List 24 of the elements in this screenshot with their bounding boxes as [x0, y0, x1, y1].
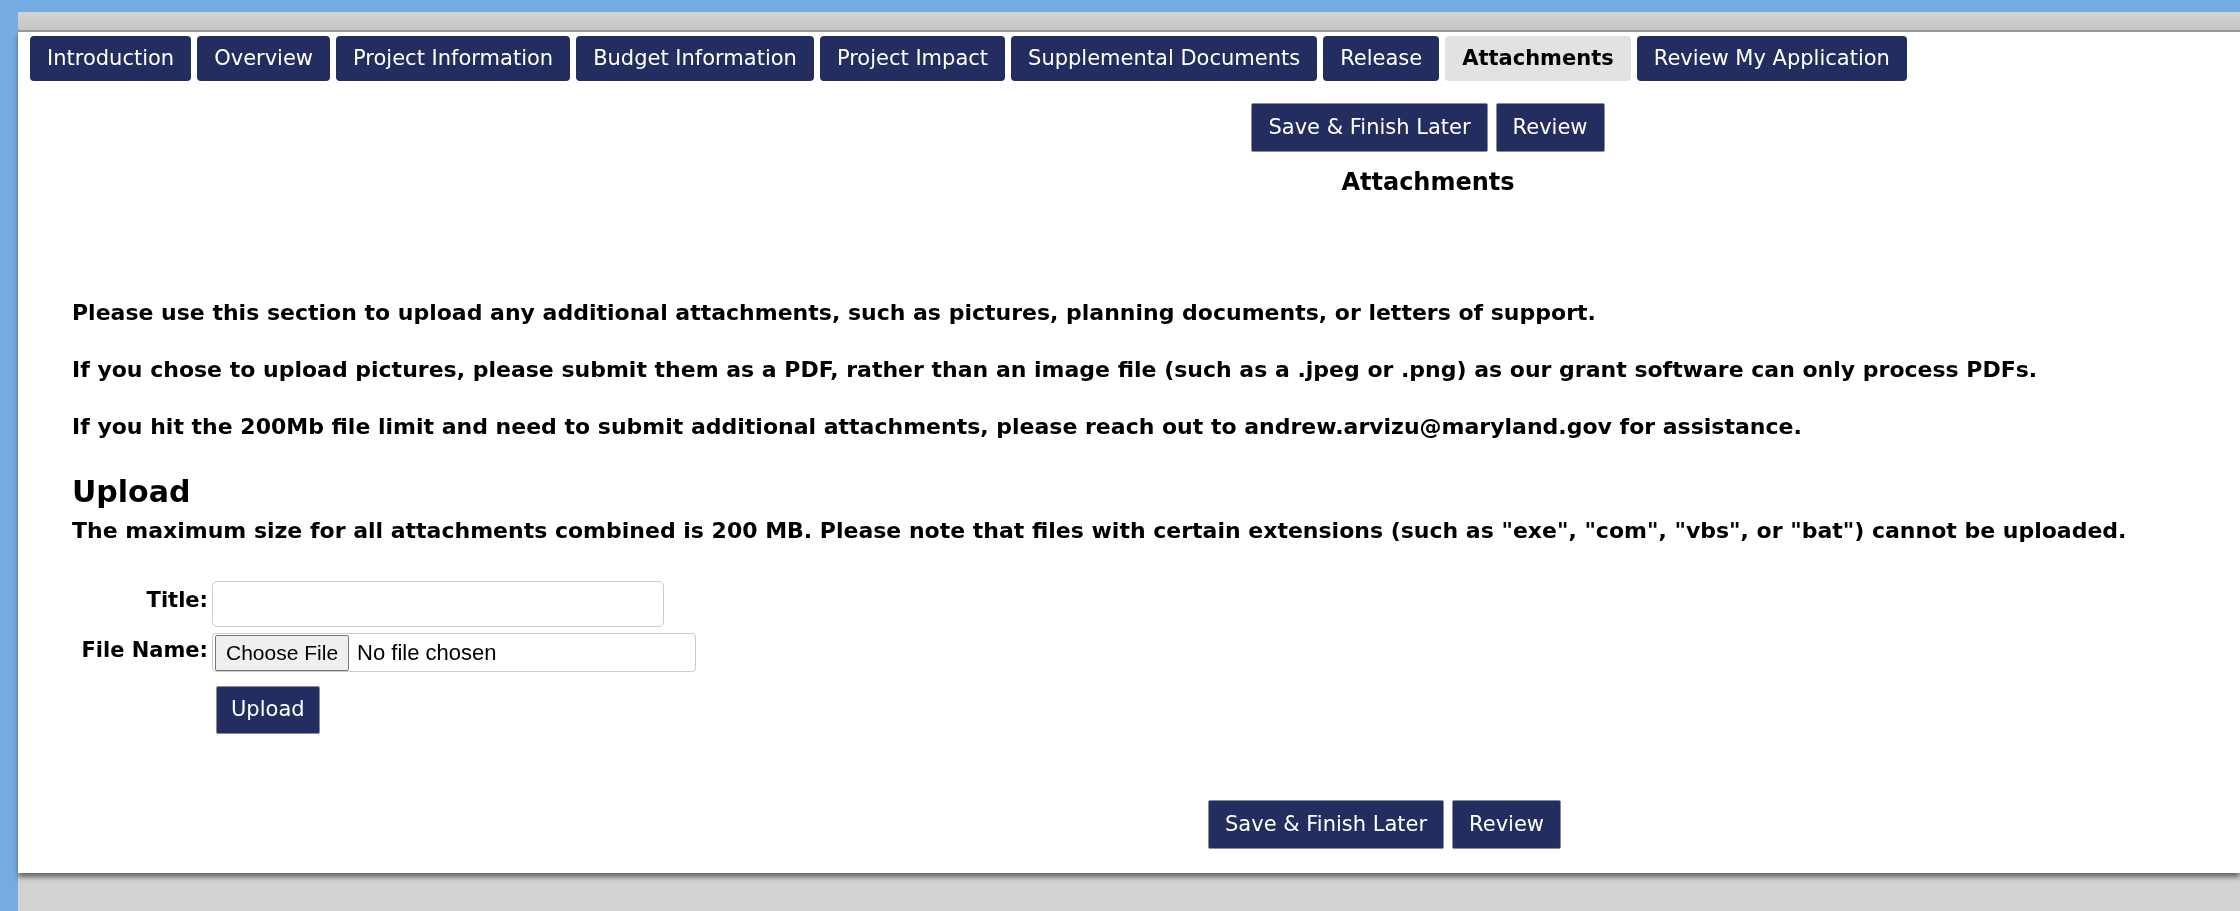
tab[interactable]: Project Information	[336, 36, 571, 82]
upload-button[interactable]: Upload	[216, 686, 320, 734]
tab[interactable]: Attachments	[1445, 36, 1631, 82]
section-heading: Upload	[72, 473, 192, 512]
tab[interactable]: Introduction	[30, 36, 192, 82]
instruction-text: If you chose to upload pictures, please submit them as a PDF, rather than an image file (such as a .jpeg or .png) as our grant software can only process PDFs.	[72, 356, 2039, 385]
tab[interactable]: Project Impact	[819, 36, 1006, 82]
instruction-text: Please use this section to upload any additional attachments, such as pictures, planning documents, or letters of support.	[72, 299, 1597, 328]
file-input[interactable]: Choose File No file chosen	[212, 633, 696, 673]
page-heading: Attachments	[1341, 167, 1515, 199]
file-name-label: File Name:	[80, 637, 209, 665]
save-later-button[interactable]: Save & Finish Later	[1208, 799, 1445, 849]
title-label: Title:	[145, 587, 209, 615]
instruction-text: If you hit the 200Mb file limit and need to submit additional attachments, please reach out to andrew.arvizu@maryland.gov for assistance.	[72, 413, 1803, 442]
review-button[interactable]: Review	[1495, 103, 1605, 153]
save-later-button[interactable]: Save & Finish Later	[1251, 103, 1488, 153]
tab[interactable]: Overview	[197, 36, 331, 82]
tab[interactable]: Release	[1323, 36, 1440, 82]
upload-note: The maximum size for all attachments combined is 200 MB. Please note that files with certain extensions (such as "exe", "com", "vbs", or "bat") cannot be uploaded.	[72, 517, 2128, 546]
title-input[interactable]	[212, 581, 664, 628]
review-button[interactable]: Review	[1452, 799, 1562, 849]
tab[interactable]: Review My Application	[1636, 36, 1907, 82]
tab[interactable]: Budget Information	[576, 36, 814, 82]
tab[interactable]: Supplemental Documents	[1011, 36, 1318, 82]
